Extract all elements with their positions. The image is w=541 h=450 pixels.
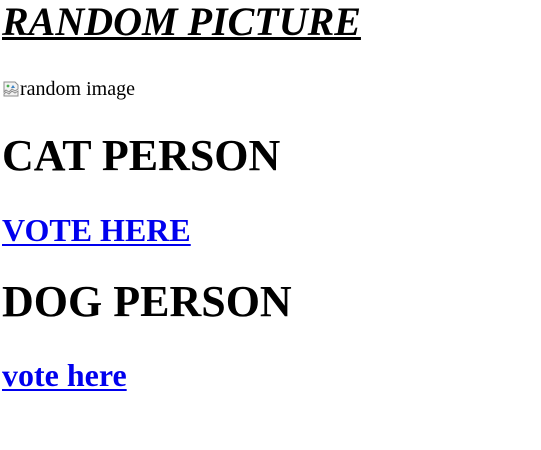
broken-image-icon	[3, 81, 19, 97]
dog-vote-link[interactable]: vote here	[2, 357, 127, 393]
dog-person-heading: DOG PERSON	[2, 277, 292, 326]
random-image: random image	[2, 78, 135, 100]
page: RANDOM PICTURE random image CAT PERSON V…	[0, 0, 541, 450]
page-title: RANDOM PICTURE	[2, 0, 361, 44]
cat-person-heading: CAT PERSON	[2, 131, 281, 180]
image-alt-text: random image	[20, 78, 135, 100]
cat-vote-link[interactable]: VOTE HERE	[2, 212, 191, 248]
